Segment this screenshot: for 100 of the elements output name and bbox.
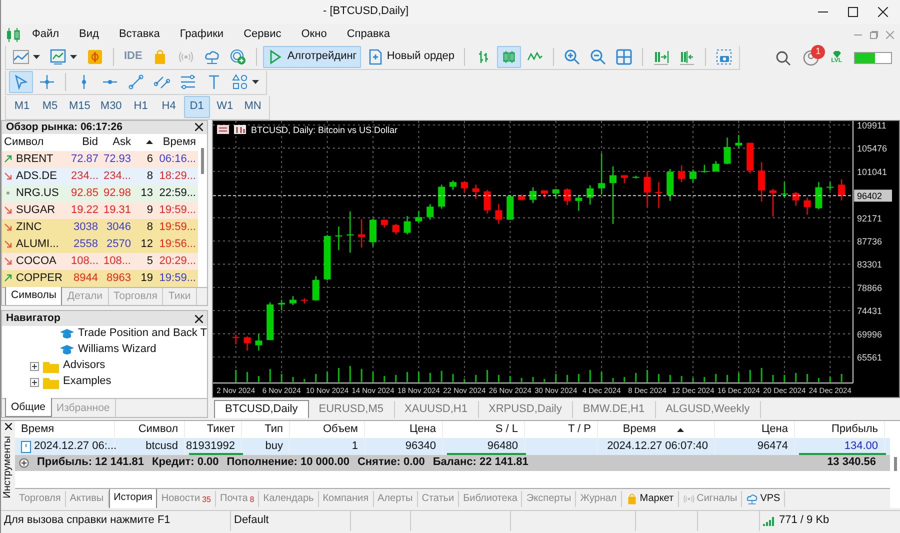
timeframe-button[interactable]: M1 bbox=[9, 96, 35, 118]
timeframe-button[interactable]: H1 bbox=[128, 96, 154, 118]
timeframe-button[interactable]: M5 bbox=[37, 96, 63, 118]
terminal-tab[interactable]: VPS bbox=[742, 490, 786, 506]
window-list-icon[interactable] bbox=[217, 125, 229, 134]
column-header[interactable]: Bid bbox=[69, 136, 100, 149]
timeframe-button[interactable]: D1 bbox=[184, 96, 210, 118]
quote-row[interactable]: SUGAR 19.22 19.31 9 19:59... bbox=[2, 202, 198, 219]
quote-time: 19:59... bbox=[158, 204, 197, 217]
column-header[interactable]: Время bbox=[155, 136, 198, 149]
candle bbox=[540, 190, 548, 198]
menu-item[interactable]: Вид bbox=[70, 26, 108, 44]
quote-row[interactable]: COCOA 108... 108... 5 20:29... bbox=[2, 252, 198, 270]
scrollbar-thumb[interactable] bbox=[201, 148, 204, 174]
candle bbox=[370, 218, 376, 246]
tree-item[interactable]: Examples bbox=[63, 375, 112, 389]
radar-icon bbox=[230, 49, 246, 65]
chart-tab[interactable]: BTCUSD,Daily bbox=[214, 400, 309, 418]
candle bbox=[804, 198, 811, 214]
timeframe-button[interactable]: H4 bbox=[156, 96, 182, 118]
candle bbox=[404, 216, 411, 234]
table-cell: 96340 bbox=[405, 440, 436, 454]
quote-row[interactable]: ALUMI... 2558 2570 12 19:56... bbox=[2, 236, 198, 253]
symbol-name: ZINC bbox=[16, 220, 42, 234]
restore-icon[interactable] bbox=[870, 30, 878, 38]
scrollbar-thumb[interactable] bbox=[894, 457, 896, 471]
column-header[interactable]: Символ bbox=[2, 136, 69, 149]
tree-item[interactable]: Trade Position and Back T bbox=[78, 327, 207, 341]
column-header[interactable]: Ask bbox=[100, 136, 133, 149]
quote-row[interactable]: NRG.US 92.85 92.98 13 22:59... bbox=[2, 184, 198, 202]
candle bbox=[335, 226, 342, 250]
tree-item[interactable]: Advisors bbox=[63, 359, 106, 373]
close-icon[interactable] bbox=[878, 7, 888, 17]
panel-tab[interactable]: Символы bbox=[5, 286, 62, 305]
candle bbox=[518, 194, 526, 200]
menu-item[interactable]: Графики bbox=[170, 26, 233, 44]
table-cell: btcusd bbox=[146, 440, 178, 454]
candle bbox=[666, 169, 674, 201]
broadcast-icon bbox=[682, 492, 695, 504]
crosshair-icon bbox=[39, 74, 55, 90]
panel-title: Обзор рынка: 06:17:26 bbox=[6, 121, 122, 134]
timeframe-button[interactable]: M30 bbox=[96, 96, 126, 118]
user-icon bbox=[803, 50, 820, 66]
tree-item[interactable]: Williams Wizard bbox=[78, 343, 156, 357]
chart-bars-icon[interactable] bbox=[234, 125, 246, 134]
candle bbox=[564, 188, 571, 206]
candle bbox=[312, 276, 320, 301]
menu-item[interactable]: Вставка bbox=[110, 26, 169, 44]
panel-tab[interactable]: Общие bbox=[5, 398, 52, 417]
terminal-tab[interactable]: Маркет bbox=[622, 490, 679, 506]
candle bbox=[495, 204, 502, 224]
spread-value: 19 bbox=[140, 272, 154, 285]
maximize-icon[interactable] bbox=[848, 7, 858, 17]
menu-item[interactable]: Файл bbox=[23, 26, 68, 44]
timeframe-button[interactable]: W1 bbox=[212, 96, 238, 118]
close-icon[interactable] bbox=[195, 123, 203, 132]
candle bbox=[770, 188, 776, 217]
candle bbox=[266, 302, 274, 340]
chart-tab[interactable]: BMW.DE,H1 bbox=[572, 400, 656, 418]
symbol-name: SUGAR bbox=[16, 204, 56, 217]
cursor-tool[interactable] bbox=[9, 71, 33, 93]
price-tag: 96402 bbox=[854, 190, 892, 202]
status-text: Default bbox=[234, 514, 269, 528]
graduation-cap-icon bbox=[60, 344, 74, 356]
signal-bars-icon bbox=[763, 516, 775, 526]
algo-trading-button[interactable]: Алготрейдинг bbox=[263, 46, 361, 68]
chart-mode-button[interactable] bbox=[497, 46, 522, 68]
expand-icon[interactable] bbox=[19, 458, 29, 468]
timeframe-button[interactable]: MN bbox=[240, 96, 266, 118]
terminal-tab[interactable]: Почта 8 bbox=[216, 490, 260, 506]
table-cell: 81931992 bbox=[186, 440, 235, 454]
candle bbox=[632, 176, 640, 178]
menu-item[interactable]: Справка bbox=[338, 26, 399, 44]
caret-icon bbox=[33, 55, 40, 59]
timeframe-button[interactable]: M15 bbox=[65, 96, 94, 118]
ask-price: 92.98 bbox=[102, 186, 132, 200]
quote-row[interactable]: ZINC 3038 3046 8 19:59... bbox=[2, 218, 198, 236]
chart-tab[interactable]: ALGUSD,Weekly bbox=[656, 400, 761, 418]
terminal-tab[interactable]: История bbox=[108, 489, 158, 508]
menu-item[interactable]: Окно bbox=[292, 26, 336, 44]
candle bbox=[598, 153, 606, 195]
chart-window-icon bbox=[50, 49, 66, 65]
panel-title: Инструменты bbox=[2, 436, 14, 498]
quote-row[interactable]: BRENT 72.87 72.93 6 06:16... bbox=[2, 150, 198, 168]
quote-row[interactable]: ADS.DE 234... 234... 8 18:29... bbox=[2, 168, 198, 185]
chart-tab[interactable]: XAUUSD,H1 bbox=[394, 400, 478, 418]
table-cell: 2024.12.27 06:... bbox=[34, 440, 117, 454]
chart-tab[interactable]: XRPUSD,Daily bbox=[478, 400, 573, 418]
terminal-tab[interactable]: Новости 35 bbox=[157, 490, 216, 506]
quote-row[interactable]: COPPER 8944 8963 19 19:59... bbox=[2, 270, 198, 287]
close-icon[interactable] bbox=[4, 423, 12, 430]
table-row[interactable]: 2024.12.27 06:... btcusd 81931992 buy 1 96340 96480 2024.12.27 06:07:40 96474 134.00 bbox=[15, 438, 890, 455]
new-order-button[interactable]: Новый ордер bbox=[362, 46, 458, 68]
close-icon[interactable] bbox=[195, 314, 203, 322]
expand-icon[interactable] bbox=[30, 378, 39, 386]
ask-price: 2570 bbox=[106, 238, 132, 251]
ask-price: 3046 bbox=[106, 220, 132, 234]
expand-icon[interactable] bbox=[30, 362, 39, 370]
menu-item[interactable]: Сервис bbox=[234, 26, 290, 44]
chart-tab[interactable]: EURUSD,M5 bbox=[308, 400, 395, 418]
